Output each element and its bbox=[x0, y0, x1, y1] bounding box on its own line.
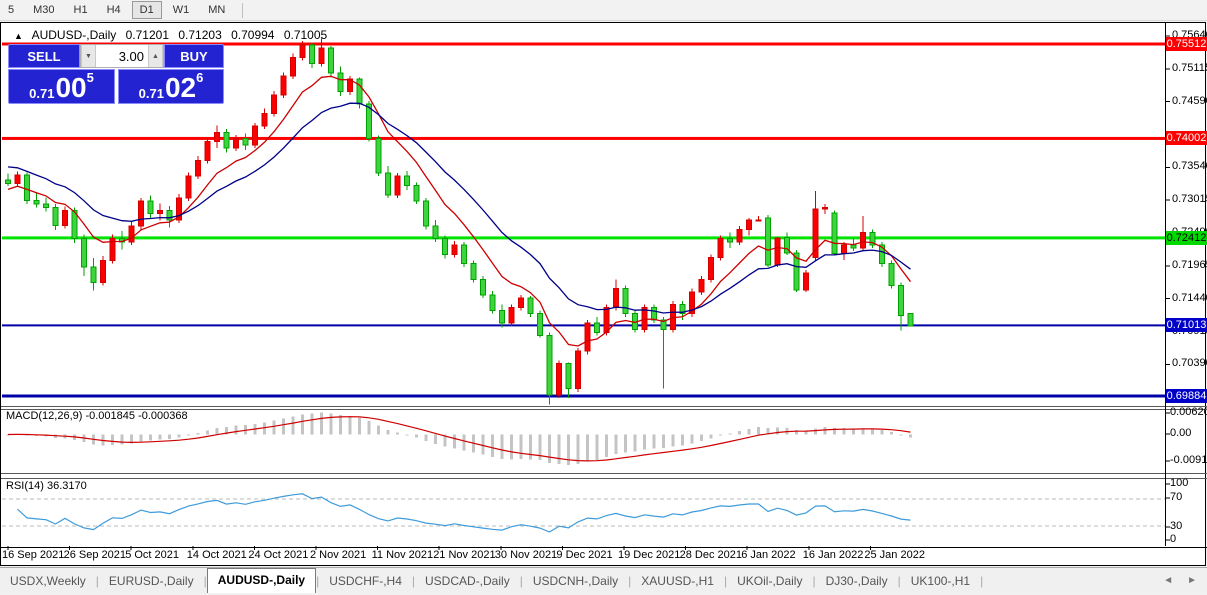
date-tick-label: 9 Dec 2021 bbox=[556, 549, 613, 561]
one-click-trade-panel: SELL ▼ 3.00 ▲ BUY 0.71 00 5 0.71 02 6 bbox=[8, 44, 224, 104]
date-tick-label: 16 Sep 2021 bbox=[2, 549, 65, 561]
sell-price-big: 00 bbox=[55, 72, 87, 103]
chart-tab-eurusd-daily[interactable]: EURUSD-,Daily bbox=[99, 570, 204, 593]
date-tick-label: 2 Nov 2021 bbox=[310, 549, 367, 561]
timeframe-toolbar: 5 M30 H1 H4 D1 W1 MN bbox=[0, 0, 1207, 21]
tab-separator: | bbox=[980, 574, 984, 588]
timeframe-button-mn[interactable]: MN bbox=[200, 1, 233, 19]
chart-tab-xauusd-h1[interactable]: XAUUSD-,H1 bbox=[631, 570, 724, 593]
price-line-badge: 0.71013 bbox=[1166, 318, 1207, 333]
chart-tab-usdx-weekly[interactable]: USDX,Weekly bbox=[0, 570, 96, 593]
rsi-label: RSI(14) 36.3170 bbox=[6, 480, 87, 492]
chart-tab-ukoil-daily[interactable]: UKOil-,Daily bbox=[727, 570, 812, 593]
sell-price-display[interactable]: 0.71 00 5 bbox=[8, 69, 115, 104]
chart-tab-uk100-h1[interactable]: UK100-,H1 bbox=[901, 570, 980, 593]
macd-tick-label: -0.009197 bbox=[1170, 454, 1207, 466]
close-value: 0.71005 bbox=[283, 28, 328, 42]
pane-splitter-macd-top[interactable] bbox=[1, 406, 1207, 407]
buy-price-big: 02 bbox=[164, 72, 197, 103]
timeframe-button-m30[interactable]: M30 bbox=[25, 1, 62, 19]
date-tick-label: 6 Jan 2022 bbox=[741, 549, 796, 561]
price-axis-line bbox=[1165, 22, 1166, 546]
price-line-badge: 0.75512 bbox=[1166, 37, 1207, 51]
tab-scroll-right-icon[interactable]: ► bbox=[1187, 575, 1197, 586]
price-line-badge: 0.72412 bbox=[1166, 230, 1207, 245]
volume-decrease-icon[interactable]: ▼ bbox=[81, 45, 96, 67]
rsi-tick-label: 100 bbox=[1170, 477, 1189, 489]
sell-button[interactable]: SELL bbox=[8, 44, 80, 68]
symbol-period-label: AUDUSD-,Daily bbox=[31, 28, 117, 42]
collapse-triangle-icon[interactable]: ▲ bbox=[14, 31, 23, 41]
buy-price-display[interactable]: 0.71 02 6 bbox=[118, 69, 224, 104]
pane-splitter-rsi-bottom[interactable] bbox=[1, 478, 1207, 479]
buy-button[interactable]: BUY bbox=[164, 44, 224, 68]
chart-tab-audusd-daily[interactable]: AUDUSD-,Daily bbox=[206, 568, 317, 593]
timeframe-button-5[interactable]: 5 bbox=[0, 1, 22, 19]
open-value: 0.71201 bbox=[125, 28, 170, 42]
price-tick-label: 0.71965 bbox=[1172, 258, 1207, 271]
price-line-badge: 0.74002 bbox=[1166, 131, 1207, 146]
rsi-tick-label: 70 bbox=[1170, 491, 1183, 503]
timeframe-button-h4[interactable]: H4 bbox=[99, 1, 129, 19]
chart-tab-dj30-daily[interactable]: DJ30-,Daily bbox=[816, 570, 898, 593]
date-tick-label: 5 Oct 2021 bbox=[125, 549, 180, 561]
sell-price-base: 0.71 bbox=[29, 86, 55, 101]
price-tick-label: 0.74590 bbox=[1172, 94, 1207, 107]
volume-spinner: ▼ 3.00 ▲ bbox=[80, 44, 164, 68]
mt4-window: 5 M30 H1 H4 D1 W1 MN ▲ AUDUSD-,Daily 0.71201 0… bbox=[0, 0, 1207, 595]
tab-scroll-left-icon[interactable]: ◄ bbox=[1163, 575, 1173, 586]
rsi-tick-label: 30 bbox=[1170, 520, 1183, 532]
date-tick-label: 14 Oct 2021 bbox=[186, 549, 247, 561]
timeframe-button-w1[interactable]: W1 bbox=[165, 1, 198, 19]
volume-input[interactable]: 3.00 bbox=[96, 45, 148, 67]
pane-splitter-rsi-top[interactable] bbox=[1, 473, 1207, 474]
rsi-tick-label: 0 bbox=[1170, 533, 1177, 545]
timeframe-button-d1[interactable]: D1 bbox=[131, 1, 162, 19]
date-axis-line bbox=[1, 547, 1207, 548]
price-line-badge: 0.69884 bbox=[1166, 389, 1207, 403]
chart-tab-usdcad-daily[interactable]: USDCAD-,Daily bbox=[415, 570, 520, 593]
buy-price-sup: 6 bbox=[196, 70, 204, 85]
buy-price-base: 0.71 bbox=[138, 86, 164, 101]
volume-increase-icon[interactable]: ▲ bbox=[148, 45, 163, 67]
macd-label: MACD(12,26,9) -0.001845 -0.000368 bbox=[6, 410, 188, 422]
date-tick-label: 19 Dec 2021 bbox=[618, 549, 681, 561]
low-value: 0.70994 bbox=[231, 28, 275, 42]
date-tick-label: 26 Sep 2021 bbox=[63, 549, 126, 561]
price-tick-label: 0.75115 bbox=[1172, 61, 1207, 74]
date-tick-label: 25 Jan 2022 bbox=[864, 549, 925, 561]
chart-tab-usdchf-h4[interactable]: USDCHF-,H4 bbox=[319, 570, 412, 593]
price-tick-label: 0.70390 bbox=[1172, 357, 1207, 370]
high-value: 0.71203 bbox=[178, 28, 222, 42]
macd-tick-label: 0.00 bbox=[1170, 427, 1192, 439]
chart-tab-usdcnh-daily[interactable]: USDCNH-,Daily bbox=[523, 570, 628, 593]
date-tick-label: 30 Nov 2021 bbox=[494, 549, 558, 561]
chart-ohlc-header: ▲ AUDUSD-,Daily 0.71201 0.71203 0.70994 … bbox=[14, 28, 333, 42]
date-tick-label: 28 Dec 2021 bbox=[679, 549, 742, 561]
toolbar-separator bbox=[242, 2, 244, 18]
date-tick-label: 24 Oct 2021 bbox=[248, 549, 309, 561]
date-tick-label: 11 Nov 2021 bbox=[371, 549, 434, 561]
sell-price-sup: 5 bbox=[86, 70, 94, 85]
chart-tab-bar: USDX,Weekly | EURUSD-,Daily | AUDUSD-,Daily |… bbox=[0, 567, 1207, 593]
date-tick-label: 21 Nov 2021 bbox=[433, 549, 496, 561]
price-tick-label: 0.71440 bbox=[1172, 291, 1207, 304]
price-tick-label: 0.73015 bbox=[1172, 193, 1207, 206]
price-tick-label: 0.73540 bbox=[1172, 160, 1207, 173]
macd-tick-label: 0.006201 bbox=[1170, 406, 1207, 418]
timeframe-button-h1[interactable]: H1 bbox=[66, 1, 96, 19]
date-tick-label: 16 Jan 2022 bbox=[802, 549, 864, 561]
